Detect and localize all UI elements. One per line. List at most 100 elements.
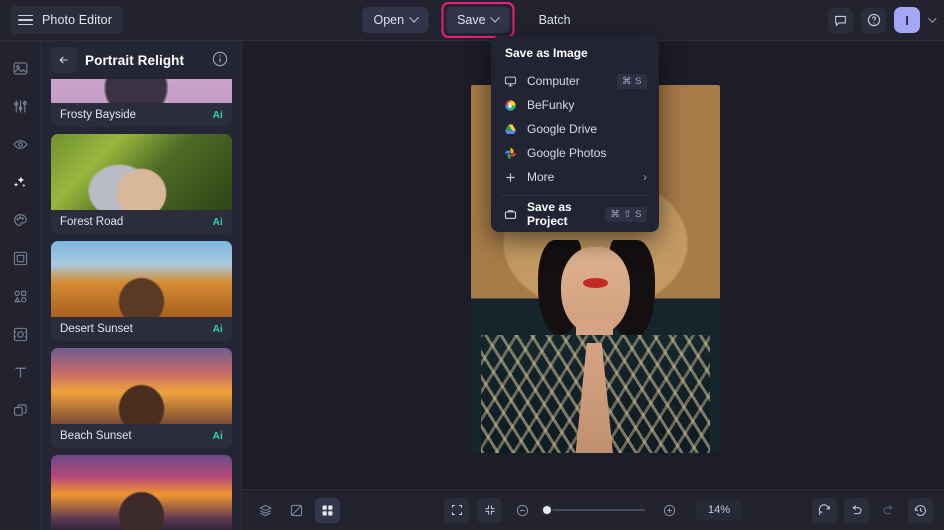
- preset-thumbnail: [51, 348, 232, 424]
- zoom-out-button[interactable]: [510, 498, 535, 523]
- sidebar-item-retouch[interactable]: [5, 129, 35, 159]
- eye-retouch-icon: [12, 139, 28, 149]
- preset-caption: Frosty Bayside Ai: [51, 103, 232, 127]
- menu-item-shortcut: ⌘ S: [617, 73, 647, 89]
- adjust-sliders-icon: [13, 100, 27, 112]
- menu-item-label: Google Drive: [527, 122, 598, 136]
- zoom-controls-group: 14%: [444, 497, 742, 523]
- menu-item-more[interactable]: More ›: [491, 165, 659, 189]
- preset-caption: Forest Road Ai: [51, 210, 232, 234]
- info-button[interactable]: [211, 50, 231, 70]
- slider-knob[interactable]: [541, 504, 553, 516]
- google-photos-icon: [503, 147, 518, 160]
- chevron-right-icon: ›: [643, 170, 647, 184]
- portrait-relight-panel: Portrait Relight Frosty Bayside Ai Fores…: [41, 41, 242, 530]
- account-chevron-down-icon[interactable]: [928, 14, 937, 23]
- save-dropdown-menu: Save as Image Computer ⌘ S BeFunky Googl…: [491, 36, 659, 232]
- palette-icon: [13, 213, 27, 226]
- sidebar-item-image[interactable]: [5, 53, 35, 83]
- chevron-down-icon: [408, 12, 419, 23]
- feedback-button[interactable]: [828, 7, 853, 33]
- batch-label: Batch: [538, 13, 571, 27]
- list-item[interactable]: Forest Road Ai: [51, 134, 232, 234]
- layers-copy-icon: [13, 403, 27, 416]
- preset-thumbnail: [51, 455, 232, 530]
- avatar[interactable]: I: [894, 7, 920, 33]
- view-mode-group: [253, 497, 340, 523]
- panel-header: Portrait Relight: [41, 41, 241, 79]
- sidebar-item-frames[interactable]: [5, 243, 35, 273]
- menu-item-label: Google Photos: [527, 146, 607, 160]
- list-item[interactable]: Winter Sunset Ai: [51, 455, 232, 530]
- sidebar-item-graphics[interactable]: [5, 281, 35, 311]
- menu-item-computer[interactable]: Computer ⌘ S: [491, 69, 659, 93]
- menu-item-befunky[interactable]: BeFunky: [491, 93, 659, 117]
- sidebar-item-ai-effects[interactable]: [5, 167, 35, 197]
- ai-badge: Ai: [212, 323, 223, 335]
- history-controls-group: [812, 497, 933, 523]
- compare-icon: [290, 504, 303, 516]
- page-title: Portrait Relight: [85, 52, 185, 68]
- history-button[interactable]: [908, 497, 933, 523]
- open-button[interactable]: Open: [362, 7, 429, 33]
- overlay-icon: [13, 327, 27, 341]
- list-item[interactable]: Frosty Bayside Ai: [51, 79, 232, 127]
- reset-button[interactable]: [812, 497, 837, 523]
- fit-to-screen-button[interactable]: [444, 497, 469, 523]
- preset-thumbnail: [51, 241, 232, 317]
- preset-thumbnail: [51, 134, 232, 210]
- menu-item-google-drive[interactable]: Google Drive: [491, 117, 659, 141]
- preset-caption: Beach Sunset Ai: [51, 424, 232, 448]
- save-button[interactable]: Save: [446, 7, 510, 33]
- list-item[interactable]: Desert Sunset Ai: [51, 241, 232, 341]
- menu-item-google-photos[interactable]: Google Photos: [491, 141, 659, 165]
- zoom-slider[interactable]: [541, 504, 645, 516]
- preset-label: Desert Sunset: [60, 323, 133, 335]
- shapes-icon: [13, 290, 26, 302]
- bottom-toolbar: 14%: [242, 489, 944, 530]
- menu-item-shortcut: ⌘ ⇧ S: [605, 206, 647, 222]
- back-button[interactable]: [51, 47, 77, 73]
- undo-button[interactable]: [844, 497, 869, 523]
- list-item[interactable]: Beach Sunset Ai: [51, 348, 232, 448]
- open-label: Open: [373, 13, 405, 27]
- preset-thumbnail: [51, 79, 232, 103]
- layers-button[interactable]: [253, 498, 278, 523]
- slider-track[interactable]: [541, 504, 645, 516]
- batch-button[interactable]: Batch: [528, 7, 582, 33]
- sidebar-item-layers[interactable]: [5, 395, 35, 425]
- hamburger-menu-icon[interactable]: [18, 14, 33, 26]
- sidebar-item-artsy[interactable]: [5, 205, 35, 235]
- zoom-in-button[interactable]: [657, 498, 682, 523]
- menu-header: Save as Image: [505, 46, 588, 60]
- help-button[interactable]: [861, 7, 886, 33]
- chevron-down-icon: [490, 12, 501, 23]
- zoom-level-value[interactable]: 14%: [696, 500, 742, 520]
- sidebar-item-overlays[interactable]: [5, 319, 35, 349]
- grid-icon: [322, 505, 333, 515]
- undo-icon: [852, 504, 862, 514]
- menu-item-label: Save as Project: [527, 200, 572, 228]
- grid-button[interactable]: [315, 497, 340, 523]
- compare-button[interactable]: [284, 498, 309, 523]
- redo-button[interactable]: [876, 498, 901, 523]
- ai-badge: Ai: [212, 430, 223, 442]
- fit-to-screen-icon: [451, 504, 462, 516]
- sidebar-item-text[interactable]: [5, 357, 35, 387]
- save-button-highlight: Save: [441, 2, 515, 38]
- zoom-in-icon: [663, 504, 676, 516]
- arrow-left-icon: [59, 56, 68, 64]
- reset-icon: [818, 503, 830, 515]
- menu-item-label: BeFunky: [527, 98, 575, 112]
- sidebar-item-adjust[interactable]: [5, 91, 35, 121]
- chat-icon: [835, 15, 846, 27]
- brand-menu-button[interactable]: Photo Editor: [10, 6, 123, 34]
- menu-item-save-as-project[interactable]: Save as Project ⌘ ⇧ S: [491, 200, 659, 228]
- google-drive-icon: [503, 123, 518, 136]
- top-toolbar: Photo Editor Open Save Batch I: [0, 0, 944, 41]
- help-icon: [867, 13, 880, 27]
- preset-label: Frosty Bayside: [60, 109, 137, 121]
- image-detail: [583, 278, 608, 288]
- preset-list[interactable]: Frosty Bayside Ai Forest Road Ai Desert …: [41, 79, 241, 530]
- actual-size-button[interactable]: [477, 497, 502, 523]
